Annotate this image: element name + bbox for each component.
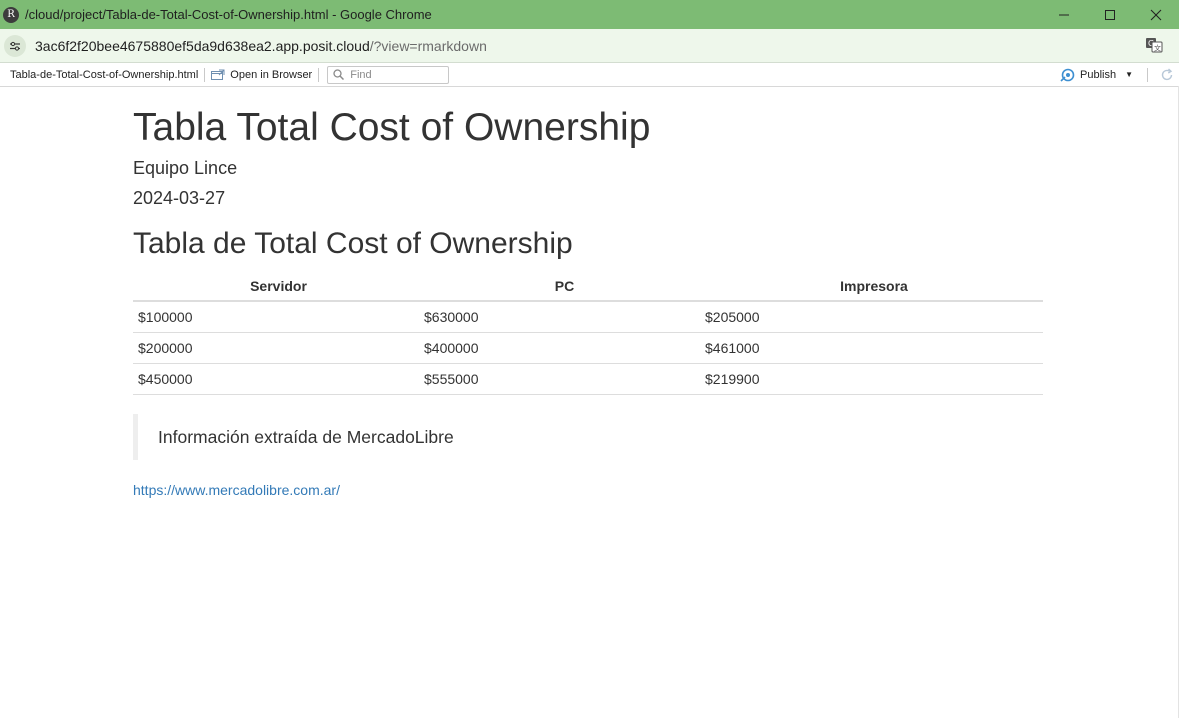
column-header-impresora: Impresora: [705, 272, 1043, 302]
table-row: $100000 $630000 $205000: [133, 301, 1043, 333]
table-cell: $205000: [705, 301, 1043, 333]
close-button[interactable]: [1133, 0, 1179, 29]
publish-label: Publish: [1080, 68, 1117, 81]
table-cell: $555000: [424, 363, 705, 395]
toolbar-divider: [1147, 67, 1148, 82]
maximize-button[interactable]: [1087, 0, 1133, 29]
table-cell: $450000: [133, 363, 424, 395]
caret-down-icon[interactable]: ▼: [1125, 70, 1133, 79]
refresh-icon[interactable]: [1160, 67, 1174, 82]
table-cell: $219900: [705, 363, 1043, 395]
publish-button[interactable]: Publish ▼: [1060, 68, 1133, 82]
minimize-icon: [1059, 14, 1069, 15]
column-header-servidor: Servidor: [133, 272, 424, 302]
window-controls: [1041, 0, 1179, 29]
open-in-browser-button[interactable]: Open in Browser: [211, 69, 312, 81]
section-title: Tabla de Total Cost of Ownership: [133, 227, 573, 260]
site-info-button[interactable]: [4, 34, 26, 57]
table-cell: $400000: [424, 332, 705, 364]
find-input[interactable]: Find: [327, 65, 450, 84]
toolbar-divider: [318, 67, 320, 82]
table-cell: $630000: [424, 301, 705, 333]
search-icon: [333, 69, 345, 80]
blockquote-text: Información extraída de MercadoLibre: [158, 426, 454, 447]
tco-table: Servidor PC Impresora $100000 $630000 $2…: [133, 272, 1043, 395]
blockquote: Información extraída de MercadoLibre: [133, 414, 1033, 460]
table-row: $450000 $555000 $219900: [133, 363, 1043, 395]
file-name-label: Tabla-de-Total-Cost-of-Ownership.html: [10, 68, 199, 81]
table-cell: $200000: [133, 332, 424, 364]
mercadolibre-link[interactable]: https://www.mercadolibre.com.ar/: [133, 482, 340, 498]
translate-icon[interactable]: G 文: [1145, 37, 1163, 53]
open-in-browser-label: Open in Browser: [230, 68, 313, 81]
r-logo-icon: R: [3, 6, 19, 23]
column-header-pc: PC: [424, 272, 705, 302]
open-in-browser-icon: [211, 69, 225, 80]
author: Equipo Lince: [133, 158, 238, 178]
close-icon: [1150, 9, 1162, 20]
table-header-row: Servidor PC Impresora: [133, 272, 1043, 302]
find-placeholder: Find: [350, 68, 372, 81]
maximize-icon: [1105, 9, 1115, 20]
date: 2024-03-27: [133, 188, 226, 208]
toolbar-divider: [204, 67, 206, 82]
minimize-button[interactable]: [1041, 0, 1087, 29]
table-cell: $461000: [705, 332, 1043, 364]
viewer-toolbar: Tabla-de-Total-Cost-of-Ownership.html Op…: [0, 63, 1179, 87]
svg-text:文: 文: [1154, 44, 1161, 53]
window-titlebar: R /cloud/project/Tabla-de-Total-Cost-of-…: [0, 0, 1179, 29]
window-title: /cloud/project/Tabla-de-Total-Cost-of-Ow…: [25, 7, 432, 22]
site-info-icon: [10, 41, 20, 51]
url-host: 3ac6f2f20bee4675880ef5da9d638ea2.app.pos…: [35, 37, 370, 54]
toolbar-right: Publish ▼: [1060, 63, 1179, 86]
page-title: Tabla Total Cost of Ownership: [133, 106, 651, 149]
url-field[interactable]: 3ac6f2f20bee4675880ef5da9d638ea2.app.pos…: [35, 38, 487, 54]
address-bar: 3ac6f2f20bee4675880ef5da9d638ea2.app.pos…: [0, 29, 1179, 63]
table-cell: $100000: [133, 301, 424, 333]
table-row: $200000 $400000 $461000: [133, 332, 1043, 364]
url-path: /?view=rmarkdown: [369, 37, 487, 54]
publish-icon: [1060, 68, 1075, 82]
